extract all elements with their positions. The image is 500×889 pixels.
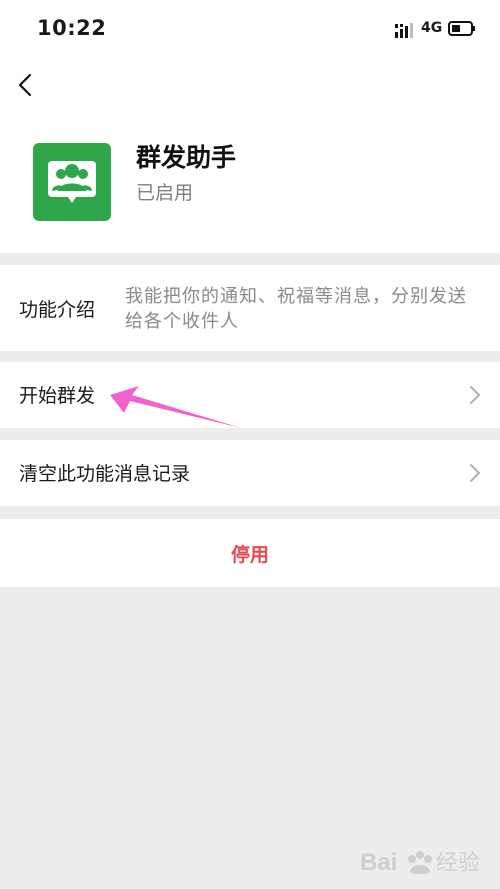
signal-icon — [395, 23, 413, 38]
app-header-card: 群发助手 已启用 — [0, 112, 500, 253]
network-label: 4G — [421, 20, 443, 36]
clear-records-row[interactable]: 清空此功能消息记录 — [0, 440, 500, 506]
chevron-right-icon — [470, 464, 480, 482]
app-title: 群发助手 — [136, 143, 237, 172]
app-status: 已启用 — [136, 182, 194, 204]
feature-intro-label: 功能介绍 — [19, 299, 96, 321]
back-button[interactable] — [12, 70, 42, 100]
feature-intro-description: 我能把你的通知、祝福等消息，分别发送给各个收件人 — [125, 286, 467, 332]
clear-records-label: 清空此功能消息记录 — [19, 463, 191, 485]
status-time: 10:22 — [37, 16, 107, 40]
start-group-send-label: 开始群发 — [19, 385, 96, 407]
feature-intro-card: 功能介绍 我能把你的通知、祝福等消息，分别发送给各个收件人 — [0, 265, 500, 351]
baidu-watermark-icon: Bai 经验 — [360, 849, 480, 876]
svg-text:经验: 经验 — [436, 851, 480, 876]
chevron-right-icon — [470, 386, 480, 404]
annotation-arrow-icon — [110, 386, 241, 428]
nav-bar — [0, 60, 500, 112]
status-bar: 10:22 4G — [0, 0, 500, 60]
start-group-send-row[interactable]: 开始群发 — [0, 362, 500, 428]
disable-label: 停用 — [230, 544, 269, 566]
battery-icon — [448, 21, 475, 36]
group-send-icon — [33, 143, 111, 221]
disable-button[interactable]: 停用 — [0, 519, 500, 587]
svg-text:Bai: Bai — [360, 849, 397, 876]
